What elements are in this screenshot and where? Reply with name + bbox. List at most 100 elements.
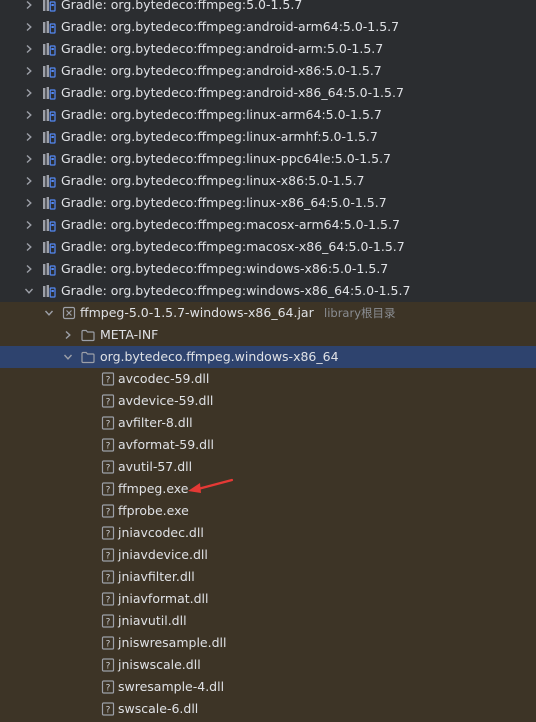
- gradle-library-item[interactable]: Gradle: org.bytedeco:ffmpeg:windows-x86:…: [0, 258, 536, 280]
- file-label: avcodec-59.dll: [118, 371, 210, 386]
- file-item[interactable]: ? jniswscale.dll: [0, 654, 536, 676]
- unknown-file-icon: ?: [101, 394, 115, 408]
- chevron-right-icon[interactable]: [22, 170, 36, 192]
- gradle-library-item[interactable]: Gradle: org.bytedeco:ffmpeg:android-arm:…: [0, 38, 536, 60]
- gradle-library-item[interactable]: Gradle: org.bytedeco:ffmpeg:linux-armhf:…: [0, 126, 536, 148]
- file-label: jniavfilter.dll: [118, 569, 195, 584]
- svg-text:?: ?: [106, 684, 111, 694]
- file-item[interactable]: ? jniavutil.dll: [0, 610, 536, 632]
- file-item[interactable]: ? swscale-6.dll: [0, 698, 536, 720]
- chevron-right-icon[interactable]: [22, 126, 36, 148]
- svg-text:?: ?: [106, 442, 111, 452]
- red-arrow-annotation: [188, 478, 234, 493]
- file-item[interactable]: ? swresample-4.dll: [0, 676, 536, 698]
- file-item[interactable]: ? ffmpeg.exe: [0, 478, 536, 500]
- library-icon: [42, 262, 56, 276]
- file-label: jniswscale.dll: [118, 657, 201, 672]
- gradle-library-item[interactable]: Gradle: org.bytedeco:ffmpeg:linux-x86_64…: [0, 192, 536, 214]
- unknown-file-icon: ?: [101, 504, 115, 518]
- chevron-right-icon[interactable]: [22, 60, 36, 82]
- package-label: org.bytedeco.ffmpeg.windows-x86_64: [100, 349, 339, 364]
- unknown-file-icon: ?: [101, 592, 115, 606]
- file-label: swscale-6.dll: [118, 701, 199, 716]
- gradle-library-item[interactable]: Gradle: org.bytedeco:ffmpeg:macosx-x86_6…: [0, 236, 536, 258]
- library-icon: [42, 174, 56, 188]
- jar-archive-icon: [62, 306, 76, 320]
- file-item[interactable]: ? avdevice-59.dll: [0, 390, 536, 412]
- library-icon: [42, 42, 56, 56]
- jar-label: ffmpeg-5.0-1.5.7-windows-x86_64.jar: [80, 305, 314, 320]
- file-label: avfilter-8.dll: [118, 415, 193, 430]
- file-item[interactable]: ? jniavdevice.dll: [0, 544, 536, 566]
- gradle-library-item[interactable]: Gradle: org.bytedeco:ffmpeg:5.0-1.5.7: [0, 0, 536, 16]
- gradle-library-label: Gradle: org.bytedeco:ffmpeg:windows-x86:…: [61, 261, 389, 276]
- unknown-file-icon: ?: [101, 702, 115, 716]
- file-label: jniswresample.dll: [118, 635, 227, 650]
- library-icon: [42, 218, 56, 232]
- chevron-down-icon[interactable]: [61, 346, 75, 368]
- file-label: avutil-57.dll: [118, 459, 193, 474]
- gradle-library-item[interactable]: Gradle: org.bytedeco:ffmpeg:linux-arm64:…: [0, 104, 536, 126]
- file-item[interactable]: ? ffprobe.exe: [0, 500, 536, 522]
- gradle-library-label: Gradle: org.bytedeco:ffmpeg:macosx-arm64…: [61, 217, 400, 232]
- chevron-right-icon[interactable]: [22, 236, 36, 258]
- svg-text:?: ?: [106, 398, 111, 408]
- gradle-library-label: Gradle: org.bytedeco:ffmpeg:linux-armhf:…: [61, 129, 378, 144]
- svg-text:?: ?: [106, 618, 111, 628]
- package-item[interactable]: org.bytedeco.ffmpeg.windows-x86_64: [0, 346, 536, 368]
- file-label: swresample-4.dll: [118, 679, 225, 694]
- gradle-library-label: Gradle: org.bytedeco:ffmpeg:android-arm6…: [61, 19, 400, 34]
- gradle-library-label: Gradle: org.bytedeco:ffmpeg:android-arm:…: [61, 41, 384, 56]
- chevron-right-icon[interactable]: [22, 38, 36, 60]
- chevron-down-icon[interactable]: [22, 280, 36, 302]
- gradle-library-item[interactable]: Gradle: org.bytedeco:ffmpeg:linux-ppc64l…: [0, 148, 536, 170]
- unknown-file-icon: ?: [101, 570, 115, 584]
- svg-text:?: ?: [106, 530, 111, 540]
- gradle-library-item[interactable]: Gradle: org.bytedeco:ffmpeg:macosx-arm64…: [0, 214, 536, 236]
- chevron-right-icon[interactable]: [61, 324, 75, 346]
- file-item[interactable]: ? avformat-59.dll: [0, 434, 536, 456]
- folder-label: META-INF: [100, 327, 159, 342]
- chevron-right-icon[interactable]: [22, 82, 36, 104]
- library-icon: [42, 20, 56, 34]
- gradle-library-label: Gradle: org.bytedeco:ffmpeg:macosx-x86_6…: [61, 239, 405, 254]
- file-item[interactable]: ? jniswresample.dll: [0, 632, 536, 654]
- library-icon: [42, 0, 56, 12]
- chevron-right-icon[interactable]: [22, 0, 36, 16]
- file-label: ffprobe.exe: [118, 503, 189, 518]
- file-item[interactable]: ? jniavformat.dll: [0, 588, 536, 610]
- library-icon: [42, 284, 56, 298]
- gradle-library-label: Gradle: org.bytedeco:ffmpeg:linux-x86_64…: [61, 195, 387, 210]
- svg-text:?: ?: [106, 640, 111, 650]
- chevron-right-icon[interactable]: [22, 16, 36, 38]
- svg-text:?: ?: [106, 552, 111, 562]
- chevron-right-icon[interactable]: [22, 104, 36, 126]
- gradle-library-item[interactable]: Gradle: org.bytedeco:ffmpeg:windows-x86_…: [0, 280, 536, 302]
- gradle-library-label: Gradle: org.bytedeco:ffmpeg:windows-x86_…: [61, 283, 411, 298]
- chevron-right-icon[interactable]: [22, 214, 36, 236]
- library-icon: [42, 196, 56, 210]
- gradle-library-label: Gradle: org.bytedeco:ffmpeg:5.0-1.5.7: [61, 0, 303, 12]
- file-item[interactable]: ? avcodec-59.dll: [0, 368, 536, 390]
- chevron-right-icon[interactable]: [22, 192, 36, 214]
- file-item[interactable]: ? jniavcodec.dll: [0, 522, 536, 544]
- library-icon: [42, 240, 56, 254]
- gradle-library-item[interactable]: Gradle: org.bytedeco:ffmpeg:android-arm6…: [0, 16, 536, 38]
- chevron-right-icon[interactable]: [22, 148, 36, 170]
- unknown-file-icon: ?: [101, 636, 115, 650]
- gradle-library-label: Gradle: org.bytedeco:ffmpeg:linux-arm64:…: [61, 107, 382, 122]
- gradle-library-item[interactable]: Gradle: org.bytedeco:ffmpeg:android-x86_…: [0, 82, 536, 104]
- chevron-down-icon[interactable]: [42, 302, 56, 324]
- gradle-library-item[interactable]: Gradle: org.bytedeco:ffmpeg:linux-x86:5.…: [0, 170, 536, 192]
- chevron-right-icon[interactable]: [22, 258, 36, 280]
- file-label: avdevice-59.dll: [118, 393, 214, 408]
- jar-item[interactable]: ffmpeg-5.0-1.5.7-windows-x86_64.jar libra…: [0, 302, 536, 324]
- gradle-library-label: Gradle: org.bytedeco:ffmpeg:android-x86_…: [61, 85, 404, 100]
- file-item[interactable]: ? jniavfilter.dll: [0, 566, 536, 588]
- file-item[interactable]: ? avfilter-8.dll: [0, 412, 536, 434]
- file-item[interactable]: ? avutil-57.dll: [0, 456, 536, 478]
- file-label: jniavdevice.dll: [118, 547, 208, 562]
- gradle-library-item[interactable]: Gradle: org.bytedeco:ffmpeg:android-x86:…: [0, 60, 536, 82]
- folder-meta-inf[interactable]: META-INF: [0, 324, 536, 346]
- unknown-file-icon: ?: [101, 416, 115, 430]
